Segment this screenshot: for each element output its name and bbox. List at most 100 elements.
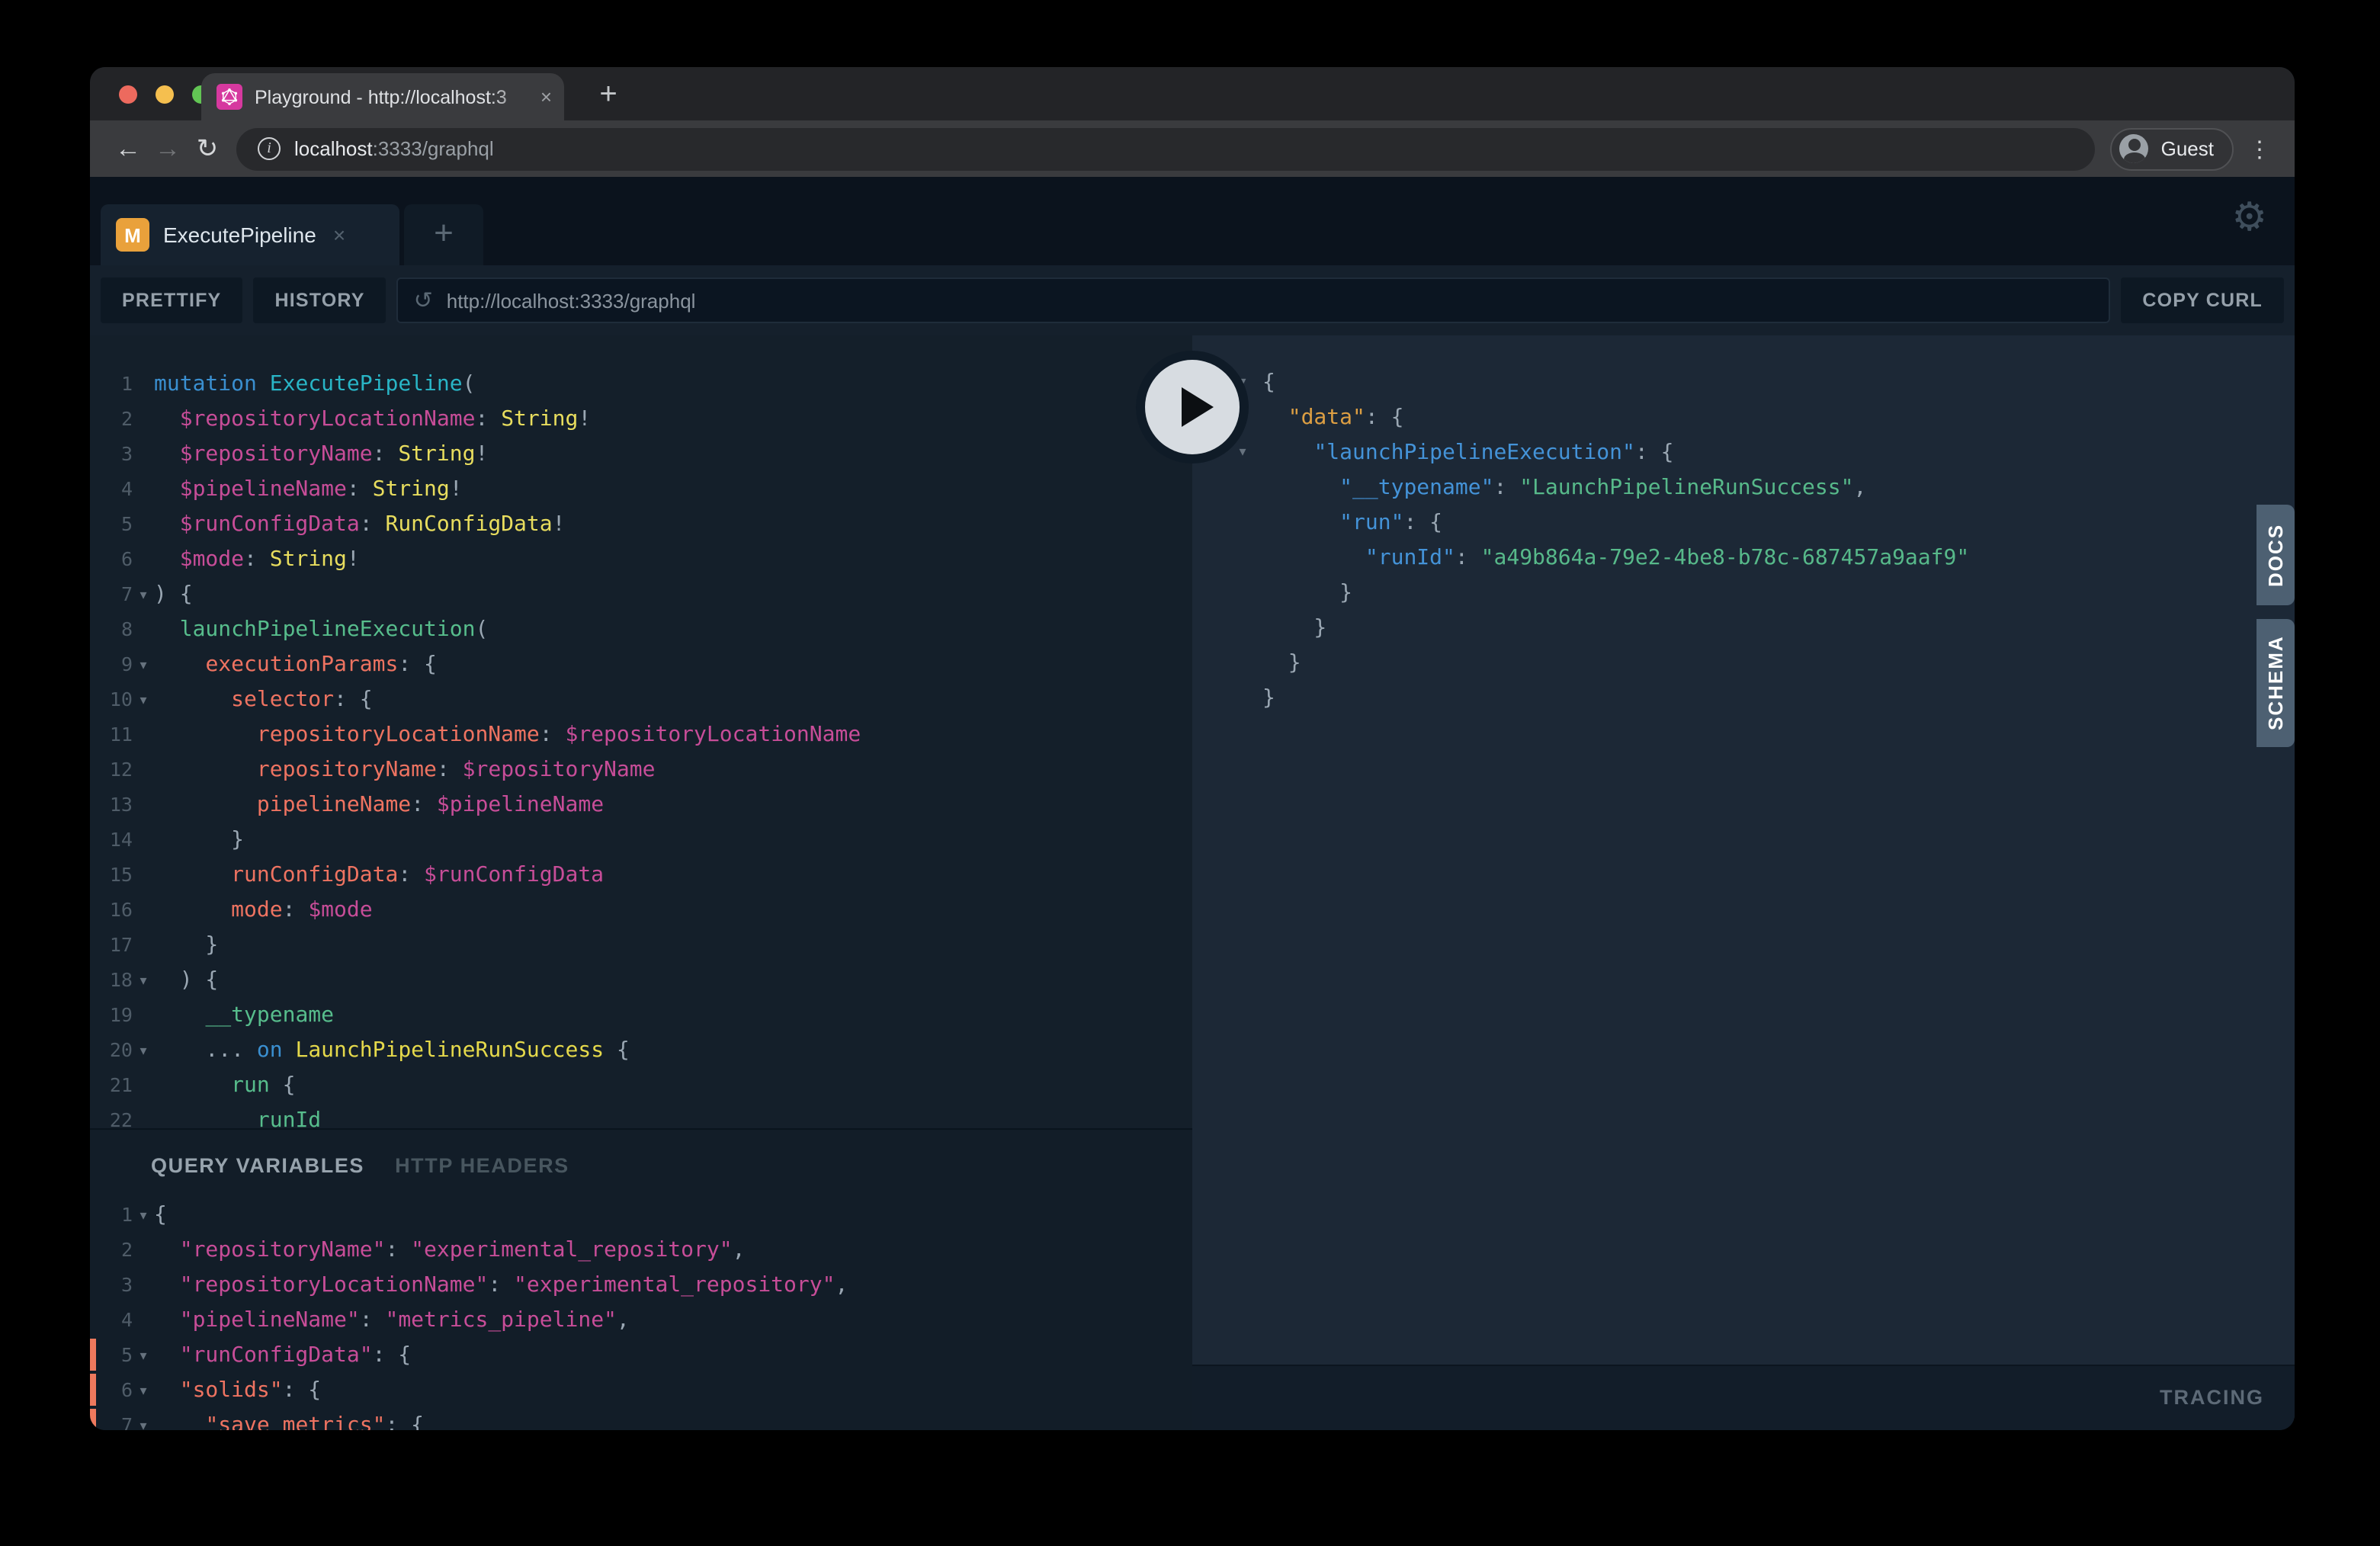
reload-icon[interactable]: ↻	[188, 133, 227, 164]
fold-arrow-icon[interactable]: ▾	[133, 1381, 154, 1399]
code-line[interactable]: 4 "pipelineName": "metrics_pipeline",	[90, 1302, 1192, 1337]
code-line[interactable]: 2 $repositoryLocationName: String!	[90, 401, 1192, 436]
code-line[interactable]: 13 pipelineName: $pipelineName	[90, 787, 1192, 822]
code-line[interactable]: 6 $mode: String!	[90, 541, 1192, 576]
browser-menu-icon[interactable]: ⋮	[2243, 135, 2276, 162]
code-line[interactable]: 4 $pipelineName: String!	[90, 471, 1192, 506]
line-number: 4	[90, 477, 133, 500]
code-line[interactable]: 3 $repositoryName: String!	[90, 436, 1192, 471]
fold-gutter	[133, 417, 154, 420]
code-line[interactable]: 18▾ ) {	[90, 962, 1192, 997]
fold-arrow-icon[interactable]: ▾	[133, 1041, 154, 1059]
endpoint-input[interactable]: ↺ http://localhost:3333/graphql	[397, 277, 2111, 323]
tab-query-variables[interactable]: QUERY VARIABLES	[151, 1154, 364, 1177]
code-line[interactable]: 9▾ executionParams: {	[90, 646, 1192, 682]
execute-button[interactable]	[1136, 351, 1249, 463]
line-number: 1	[90, 372, 133, 395]
code-line[interactable]: 20▾ ... on LaunchPipelineRunSuccess {	[90, 1032, 1192, 1067]
fold-arrow-icon[interactable]: ▾	[133, 1346, 154, 1364]
query-pane: 1mutation ExecutePipeline(2 $repositoryL…	[90, 335, 1192, 1430]
code-line[interactable]: 14 }	[90, 822, 1192, 857]
code-line[interactable]: 5▾ "runConfigData": {	[90, 1337, 1192, 1372]
code-line[interactable]: 7▾) {	[90, 576, 1192, 611]
code-line[interactable]: 1mutation ExecutePipeline(	[90, 366, 1192, 401]
code-line[interactable]: 16 mode: $mode	[90, 892, 1192, 927]
fold-arrow-icon[interactable]: ▾	[133, 585, 154, 603]
browser-tab[interactable]: Playground - http://localhost:3 ×	[201, 73, 564, 120]
session-tab-executepipeline[interactable]: M ExecutePipeline ×	[101, 204, 399, 265]
changed-line-indicator	[90, 1374, 96, 1406]
copy-curl-button[interactable]: COPY CURL	[2121, 277, 2284, 323]
profile-chip[interactable]: Guest	[2111, 127, 2234, 170]
browser-tab-title: Playground - http://localhost:3	[255, 85, 534, 109]
session-tab-close-icon[interactable]: ×	[333, 223, 345, 247]
playground-main: 1mutation ExecutePipeline(2 $repositoryL…	[90, 335, 2295, 1430]
line-number: 17	[90, 933, 133, 956]
tab-http-headers[interactable]: HTTP HEADERS	[395, 1154, 569, 1177]
tracing-bar[interactable]: TRACING	[1192, 1365, 2295, 1430]
new-browser-tab-button[interactable]: +	[587, 76, 630, 116]
graphql-favicon-icon	[217, 84, 242, 110]
code-line[interactable]: 19 __typename	[90, 997, 1192, 1032]
fold-gutter	[133, 943, 154, 946]
response-line: "__typename": "LaunchPipelineRunSuccess"…	[1192, 471, 2295, 506]
address-bar[interactable]: i localhost:3333/graphql	[236, 127, 2096, 170]
schema-side-tab[interactable]: SCHEMA	[2257, 619, 2295, 747]
fold-gutter	[133, 733, 154, 736]
code-line[interactable]: 22 runId	[90, 1102, 1192, 1128]
fold-gutter	[133, 1013, 154, 1016]
fold-gutter	[133, 838, 154, 841]
avatar-icon	[2120, 134, 2149, 163]
code-line[interactable]: 15 runConfigData: $runConfigData	[90, 857, 1192, 892]
code-line[interactable]: 7▾ "save_metrics": {	[90, 1407, 1192, 1430]
back-icon[interactable]: ←	[108, 133, 148, 164]
response-line: ▾ "launchPipelineExecution": {	[1192, 436, 2295, 471]
fold-arrow-icon[interactable]: ▾	[133, 1205, 154, 1224]
variables-panel: QUERY VARIABLES HTTP HEADERS 1▾{2 "repos…	[90, 1128, 1192, 1430]
line-number: 10	[90, 688, 133, 710]
forward-icon[interactable]: →	[148, 133, 188, 164]
fold-arrow-icon[interactable]: ▾	[133, 690, 154, 708]
code-line[interactable]: 2 "repositoryName": "experimental_reposi…	[90, 1232, 1192, 1267]
fold-arrow-icon[interactable]: ▾	[133, 1416, 154, 1430]
code-line[interactable]: 12 repositoryName: $repositoryName	[90, 752, 1192, 787]
response-line: ▾{	[1192, 366, 2295, 401]
line-number: 2	[90, 1238, 133, 1261]
line-number: 3	[90, 442, 133, 465]
line-number: 11	[90, 723, 133, 746]
minimize-window-button[interactable]	[156, 85, 174, 104]
fold-gutter	[133, 452, 154, 455]
prettify-button[interactable]: PRETTIFY	[101, 277, 242, 323]
traffic-lights	[119, 85, 210, 104]
url-text: localhost:3333/graphql	[294, 137, 494, 160]
fold-arrow-icon[interactable]: ▾	[133, 970, 154, 989]
line-number: 2	[90, 407, 133, 430]
response-line: }	[1192, 682, 2295, 717]
new-session-tab-button[interactable]: +	[404, 204, 483, 265]
fold-arrow-icon[interactable]: ▾	[133, 655, 154, 673]
fold-gutter	[133, 908, 154, 911]
query-editor[interactable]: 1mutation ExecutePipeline(2 $repositoryL…	[90, 335, 1192, 1128]
screen: Playground - http://localhost:3 × + ← → …	[0, 0, 2380, 1546]
variables-editor[interactable]: 1▾{2 "repositoryName": "experimental_rep…	[90, 1197, 1192, 1430]
code-line[interactable]: 1▾{	[90, 1197, 1192, 1232]
fold-gutter	[133, 873, 154, 876]
settings-gear-icon[interactable]: ⚙	[2231, 198, 2267, 238]
close-window-button[interactable]	[119, 85, 137, 104]
history-button[interactable]: HISTORY	[253, 277, 386, 323]
code-line[interactable]: 10▾ selector: {	[90, 682, 1192, 717]
code-line[interactable]: 6▾ "solids": {	[90, 1372, 1192, 1407]
code-line[interactable]: 11 repositoryLocationName: $repositoryLo…	[90, 717, 1192, 752]
code-line[interactable]: 3 "repositoryLocationName": "experimenta…	[90, 1267, 1192, 1302]
tab-close-icon[interactable]: ×	[540, 85, 552, 108]
code-line[interactable]: 21 run {	[90, 1067, 1192, 1102]
code-line[interactable]: 17 }	[90, 927, 1192, 962]
browser-toolbar: ← → ↻ i localhost:3333/graphql Guest ⋮	[90, 120, 2295, 177]
fold-gutter	[133, 1318, 154, 1321]
docs-side-tab[interactable]: DOCS	[2257, 505, 2295, 605]
code-line[interactable]: 5 $runConfigData: RunConfigData!	[90, 506, 1192, 541]
code-line[interactable]: 8 launchPipelineExecution(	[90, 611, 1192, 646]
site-info-icon[interactable]: i	[258, 137, 281, 160]
reconnect-icon[interactable]: ↺	[414, 287, 433, 314]
line-number: 6	[90, 1378, 133, 1401]
